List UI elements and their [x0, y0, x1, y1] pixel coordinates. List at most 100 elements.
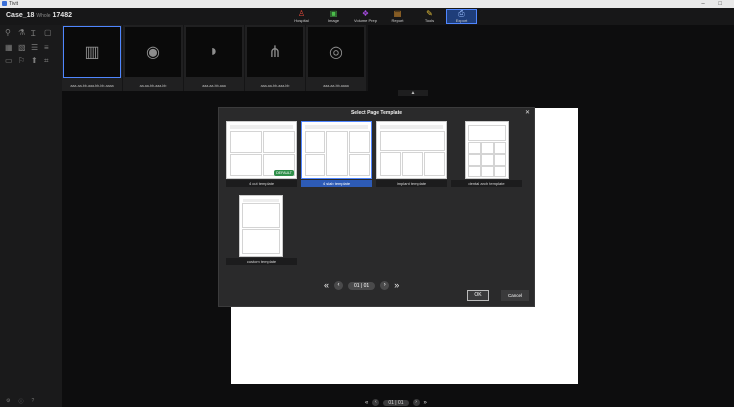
- first-page-icon[interactable]: «: [365, 400, 368, 406]
- nav-image[interactable]: ▣ Image: [318, 9, 349, 24]
- template-card[interactable]: 4 slab template: [301, 121, 372, 187]
- select-page-template-dialog: Select Page Template ✕ DEFAULT 4 cut tem…: [218, 107, 535, 307]
- preview-cell: [242, 203, 280, 228]
- nav-tools[interactable]: ✎ Tools: [414, 9, 445, 24]
- nav-volume-prep[interactable]: ❖ Volume Prep: [350, 9, 381, 24]
- thumbnail[interactable]: ◎ aaa-aa-bb-aaaa: [306, 25, 366, 91]
- crop-tool-icon[interactable]: ⌗: [44, 56, 57, 66]
- thumbnail[interactable]: ⋔ aaa-aa-bb-aaa-bb: [245, 25, 305, 91]
- template-label: 4 cut template: [226, 180, 297, 187]
- collapse-strip-handle[interactable]: ▲: [398, 90, 428, 96]
- thumbnail[interactable]: ◗ aaa-aa-bb-aaa: [184, 25, 244, 91]
- nav-hospital-label: Hospital: [294, 18, 309, 23]
- preview-cell: [305, 131, 325, 153]
- export-icon: ⎙: [458, 9, 465, 18]
- panel-tool-icon[interactable]: ▭: [5, 56, 18, 66]
- layout-tool-icon[interactable]: ▧: [18, 43, 31, 52]
- image-thumbnail-strip: ▥ aaa-aa-bb-aaa-bb-bb-aaaa ◉ aa-aa-bb-aa…: [62, 25, 368, 91]
- next-page-icon[interactable]: ›: [380, 281, 390, 290]
- nav-image-label: Image: [327, 18, 340, 23]
- preview-cell: [380, 152, 401, 176]
- dialog-pager: « ‹ 01 | 01 › »: [324, 281, 399, 290]
- thumbnail-image: ◉: [125, 27, 181, 77]
- last-page-icon[interactable]: »: [394, 281, 399, 290]
- window-titlebar: Tivit – □: [0, 0, 734, 8]
- thumbnail-label: aaa-aa-bb-aaa: [202, 84, 226, 88]
- left-sidebar: [0, 25, 62, 407]
- upload-tool-icon[interactable]: ⬆: [31, 56, 44, 66]
- preview-cell: [326, 131, 348, 176]
- preview-header: [230, 125, 293, 129]
- left-bottom-tools: ⚙ ⓘ ?: [6, 398, 34, 405]
- template-card[interactable]: dental arch template: [451, 121, 522, 187]
- window-controls[interactable]: – □: [701, 0, 728, 8]
- preview-cell: [494, 142, 506, 154]
- text-tool-icon[interactable]: Ɪ: [31, 28, 44, 39]
- close-icon[interactable]: ✕: [525, 109, 530, 116]
- nav-volume-prep-label: Volume Prep: [354, 18, 377, 23]
- volume-icon: ❖: [361, 9, 370, 18]
- thumbnail[interactable]: ◉ aa-aa-bb-aaa-bb: [123, 25, 183, 91]
- thumbnail-image: ⋔: [247, 27, 303, 77]
- thumbnail-label: aa-aa-bb-aaa-bb: [139, 84, 167, 88]
- template-card[interactable]: implant template: [376, 121, 447, 187]
- case-name: Case_18: [6, 12, 35, 19]
- person-icon: ♙: [297, 9, 306, 18]
- ok-button[interactable]: OK: [467, 290, 489, 301]
- window-title: Tivit: [9, 1, 18, 7]
- preview-cell: [402, 152, 423, 176]
- case-title: Case_18 Whole 17482: [6, 12, 72, 19]
- nav-hospital[interactable]: ♙ Hospital: [286, 9, 317, 24]
- preview-cell: [349, 154, 370, 176]
- case-id: 17482: [52, 12, 72, 19]
- list-tool-icon[interactable]: ≡: [44, 43, 57, 52]
- align-tool-icon[interactable]: ☰: [31, 43, 44, 52]
- thumbnail-label: aaa-aa-bb-aaa-bb: [260, 84, 290, 88]
- next-page-icon[interactable]: ›: [412, 399, 420, 406]
- preview-cell: [349, 131, 370, 153]
- default-badge: DEFAULT: [274, 170, 294, 176]
- left-tool-grid: ⚲ ⚗ Ɪ ▢ ▦ ▧ ☰ ≡ ▭ ⚐ ⬆ ⌗: [5, 28, 61, 66]
- grid-tool-icon[interactable]: ▦: [5, 43, 18, 52]
- template-card[interactable]: custom template: [226, 195, 297, 265]
- info-icon[interactable]: ⓘ: [18, 398, 23, 405]
- template-label: dental arch template: [451, 180, 522, 187]
- patient-label: Whole: [36, 13, 51, 19]
- template-label: 4 slab template: [301, 180, 372, 187]
- preview-cell: [468, 166, 481, 177]
- settings-icon[interactable]: ⚙: [6, 398, 10, 405]
- first-page-icon[interactable]: «: [324, 281, 329, 290]
- thumbnail-image: ◗: [186, 27, 242, 77]
- template-preview: [376, 121, 447, 179]
- page-pager: « ‹ 01 | 01 › »: [365, 399, 427, 406]
- help-icon[interactable]: ?: [32, 398, 35, 405]
- search-tool-icon[interactable]: ⚲: [5, 28, 18, 39]
- preview-cell: [305, 154, 325, 176]
- thumbnail-label: aaa-aa-bb-aaa-bb-bb-aaaa: [70, 84, 114, 88]
- cancel-button[interactable]: Cancel: [501, 290, 529, 301]
- nav-export[interactable]: ⎙ Export: [446, 9, 477, 24]
- preview-header: [380, 125, 443, 129]
- preview-cell: [380, 131, 445, 151]
- last-page-icon[interactable]: »: [424, 400, 427, 406]
- dialog-page-indicator: 01 | 01: [348, 281, 376, 290]
- template-preview: [301, 121, 372, 179]
- frame-tool-icon[interactable]: ▢: [44, 28, 57, 39]
- preview-cell: [494, 166, 506, 177]
- measure-tool-icon[interactable]: ⚗: [18, 28, 31, 39]
- template-card[interactable]: DEFAULT 4 cut template: [226, 121, 297, 187]
- nav-report[interactable]: ▤ Report: [382, 9, 413, 24]
- nav-export-label: Export: [455, 18, 468, 23]
- preview-cell: [424, 152, 445, 176]
- tooth-image-icon: ▣: [329, 9, 338, 18]
- preview-cell: [230, 154, 262, 176]
- report-icon: ▤: [393, 9, 402, 18]
- thumbnail[interactable]: ▥ aaa-aa-bb-aaa-bb-bb-aaaa: [62, 25, 122, 91]
- thumbnail-image: ◎: [308, 27, 364, 77]
- prev-page-icon[interactable]: ‹: [334, 281, 344, 290]
- template-label: implant template: [376, 180, 447, 187]
- preview-cell: [481, 154, 494, 166]
- pin-tool-icon[interactable]: ⚐: [18, 56, 31, 66]
- prev-page-icon[interactable]: ‹: [372, 399, 380, 406]
- dialog-title: Select Page Template: [350, 110, 403, 116]
